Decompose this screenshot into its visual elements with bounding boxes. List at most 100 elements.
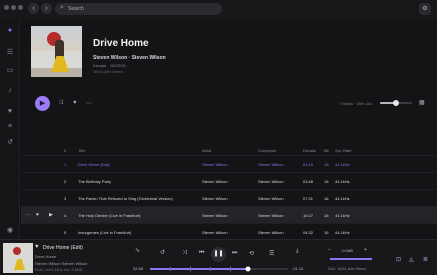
repeat-button[interactable]: ⟲ (249, 250, 254, 257)
volume-down-button[interactable]: − (328, 247, 331, 253)
column-duration[interactable]: Duratio (303, 148, 316, 153)
track-count-duration: 7 tracks · 00m 41s (339, 101, 372, 106)
cast-icon: ◬ (409, 257, 414, 263)
search-placeholder: Search (68, 6, 84, 12)
minus-icon: − (328, 247, 331, 253)
column-sample-rate[interactable]: Spl. Rate (335, 148, 351, 153)
sidebar-item-playlists[interactable]: ☰ (5, 48, 15, 58)
skip-forward-icon: ⏭ (232, 250, 238, 256)
now-playing-info: Drive Home Steven Wilson·Steven Wilson (35, 254, 87, 266)
play-album-button[interactable]: ▶ (35, 96, 50, 111)
sidebar: ● ☰ ▭ ♪ ♥ ≡ ↺ ◉ (0, 20, 20, 239)
more-icon: ⋯ (86, 101, 92, 107)
sidebar-item-history[interactable]: ↺ (5, 138, 15, 148)
row-play-button[interactable]: ▶ (49, 212, 53, 218)
library-icon: ▭ (6, 67, 14, 74)
column-bit[interactable]: Bit (324, 148, 329, 153)
row-favorite-button[interactable]: ♥ (36, 212, 39, 218)
queue-icon: ☰ (269, 251, 275, 257)
plus-icon: + (364, 247, 367, 253)
heart-icon: ♥ (35, 244, 39, 250)
grid-view-button[interactable]: ▦ (419, 99, 425, 106)
forward-button[interactable]: › (41, 3, 52, 14)
sidebar-item-home[interactable]: ● (5, 26, 15, 36)
sidebar-item-account[interactable]: ◉ (5, 226, 15, 236)
previous-button[interactable]: ⏮ (199, 250, 204, 257)
microphone-icon: ♪ (8, 87, 12, 94)
sidebar-item-queue[interactable]: ≡ (5, 122, 15, 132)
album-label: Kscope (93, 63, 107, 68)
shuffle-icon: ⤨ (182, 250, 187, 256)
sidebar-item-favorites[interactable]: ♥ (5, 107, 15, 117)
minimize-window-button[interactable] (11, 5, 16, 10)
sidebar-item-artists[interactable]: ♪ (5, 86, 15, 96)
more-icon: ⋯ (26, 212, 31, 218)
play-icon: ▶ (49, 212, 53, 218)
grid-icon: ▦ (419, 100, 425, 106)
airplay-button[interactable]: ◬ (409, 256, 414, 263)
heart-icon: ♥ (73, 100, 77, 106)
output-device-button[interactable]: ⊡ (396, 256, 401, 263)
table-row[interactable]: ⋯ ♥ ▶ 4 The Holy Drinker (Live in Frankf… (21, 206, 437, 223)
row-more-button[interactable]: ⋯ (26, 212, 31, 218)
progress-waveform[interactable] (150, 266, 288, 272)
more-options-button[interactable]: ⋯ (86, 100, 92, 107)
skip-back-icon: ⏮ (199, 250, 205, 256)
table-row[interactable]: 1 Drive Home (Edit) Steven Wilson Steven… (21, 155, 437, 172)
now-playing-quality: FLAC 16/44.1kHz 2ch / 9.8MB (35, 268, 83, 272)
shuffle-button[interactable]: ⤨ (182, 250, 187, 257)
heart-icon: ♥ (7, 108, 13, 115)
heart-icon: ♥ (36, 212, 39, 218)
album-meta: Kscope · 10/20/13 (93, 63, 126, 68)
elapsed-time: 02:58 (133, 266, 144, 271)
search-input[interactable]: ⌕ Search (55, 3, 222, 15)
column-title[interactable]: Title (78, 148, 85, 153)
shuffle-button[interactable]: ⤨ (58, 100, 63, 107)
favorite-track-button[interactable]: ♥ (35, 244, 39, 250)
restart-button[interactable]: ↺ (160, 249, 165, 256)
column-composer[interactable]: Composer (258, 148, 276, 153)
now-playing-artist[interactable]: Steven Wilson·Steven Wilson (35, 261, 87, 266)
album-date: 10/20/13 (109, 63, 126, 68)
volume-up-button[interactable]: + (364, 247, 367, 253)
pause-button[interactable]: ❚❚ (211, 247, 226, 262)
album-view: Drive Home Steven Wilson · Steven Wilson… (21, 20, 437, 250)
repeat-icon: ⟲ (249, 251, 255, 257)
play-icon: ▶ (39, 100, 46, 107)
close-window-button[interactable] (4, 5, 9, 10)
table-row[interactable]: 5 Insurgentes (Live in Frankfurt) Steven… (21, 223, 437, 240)
back-button[interactable]: ‹ (28, 3, 39, 14)
now-playing-title[interactable]: Drive Home (Edit) (43, 245, 83, 251)
equalizer-button[interactable]: ≣ (423, 256, 428, 263)
replay-icon: ↺ (160, 250, 166, 256)
volume-label: -0.0dB (341, 248, 353, 253)
window-action-button[interactable]: ⚙ (419, 3, 431, 15)
column-artist[interactable]: Artist (202, 148, 211, 153)
zoom-window-button[interactable] (18, 5, 23, 10)
table-row[interactable]: 2 The Birthday Party Steven Wilson Steve… (21, 172, 437, 189)
next-button[interactable]: ⏭ (232, 250, 237, 257)
queue-button[interactable]: ☰ (269, 250, 274, 257)
album-quality: 16/44.1kHz Stereo (93, 70, 123, 74)
remaining-time: -01:12 (292, 266, 304, 271)
album-artists[interactable]: Steven Wilson · Steven Wilson (93, 55, 166, 61)
favorite-album-button[interactable]: ♥ (73, 100, 77, 106)
search-icon: ⌕ (60, 4, 64, 11)
lock-icon: ⊡ (396, 257, 402, 263)
player-bar: ♥ Drive Home (Edit) Drive Home Steven Wi… (0, 239, 437, 275)
title-bar: ‹ › ⌕ Search ⚙ (0, 0, 437, 20)
settings-icon: ⚙ (422, 6, 428, 12)
lyrics-button[interactable]: ∿ (135, 247, 140, 254)
table-row[interactable]: 3 The Raven That Refused to Sing (Orches… (21, 189, 437, 206)
now-playing-album[interactable]: Drive Home (35, 254, 87, 259)
sidebar-item-library[interactable]: ▭ (5, 66, 15, 76)
home-icon: ● (7, 27, 13, 34)
album-artwork (31, 26, 82, 77)
avatar-icon: ◉ (6, 227, 14, 234)
column-number[interactable]: # (64, 148, 66, 153)
volume-slider[interactable] (330, 258, 372, 260)
shuffle-icon: ⤨ (58, 100, 63, 106)
zoom-slider[interactable] (380, 100, 412, 106)
now-playing-artwork[interactable] (3, 243, 33, 273)
download-button[interactable]: ⤓ (296, 248, 299, 255)
